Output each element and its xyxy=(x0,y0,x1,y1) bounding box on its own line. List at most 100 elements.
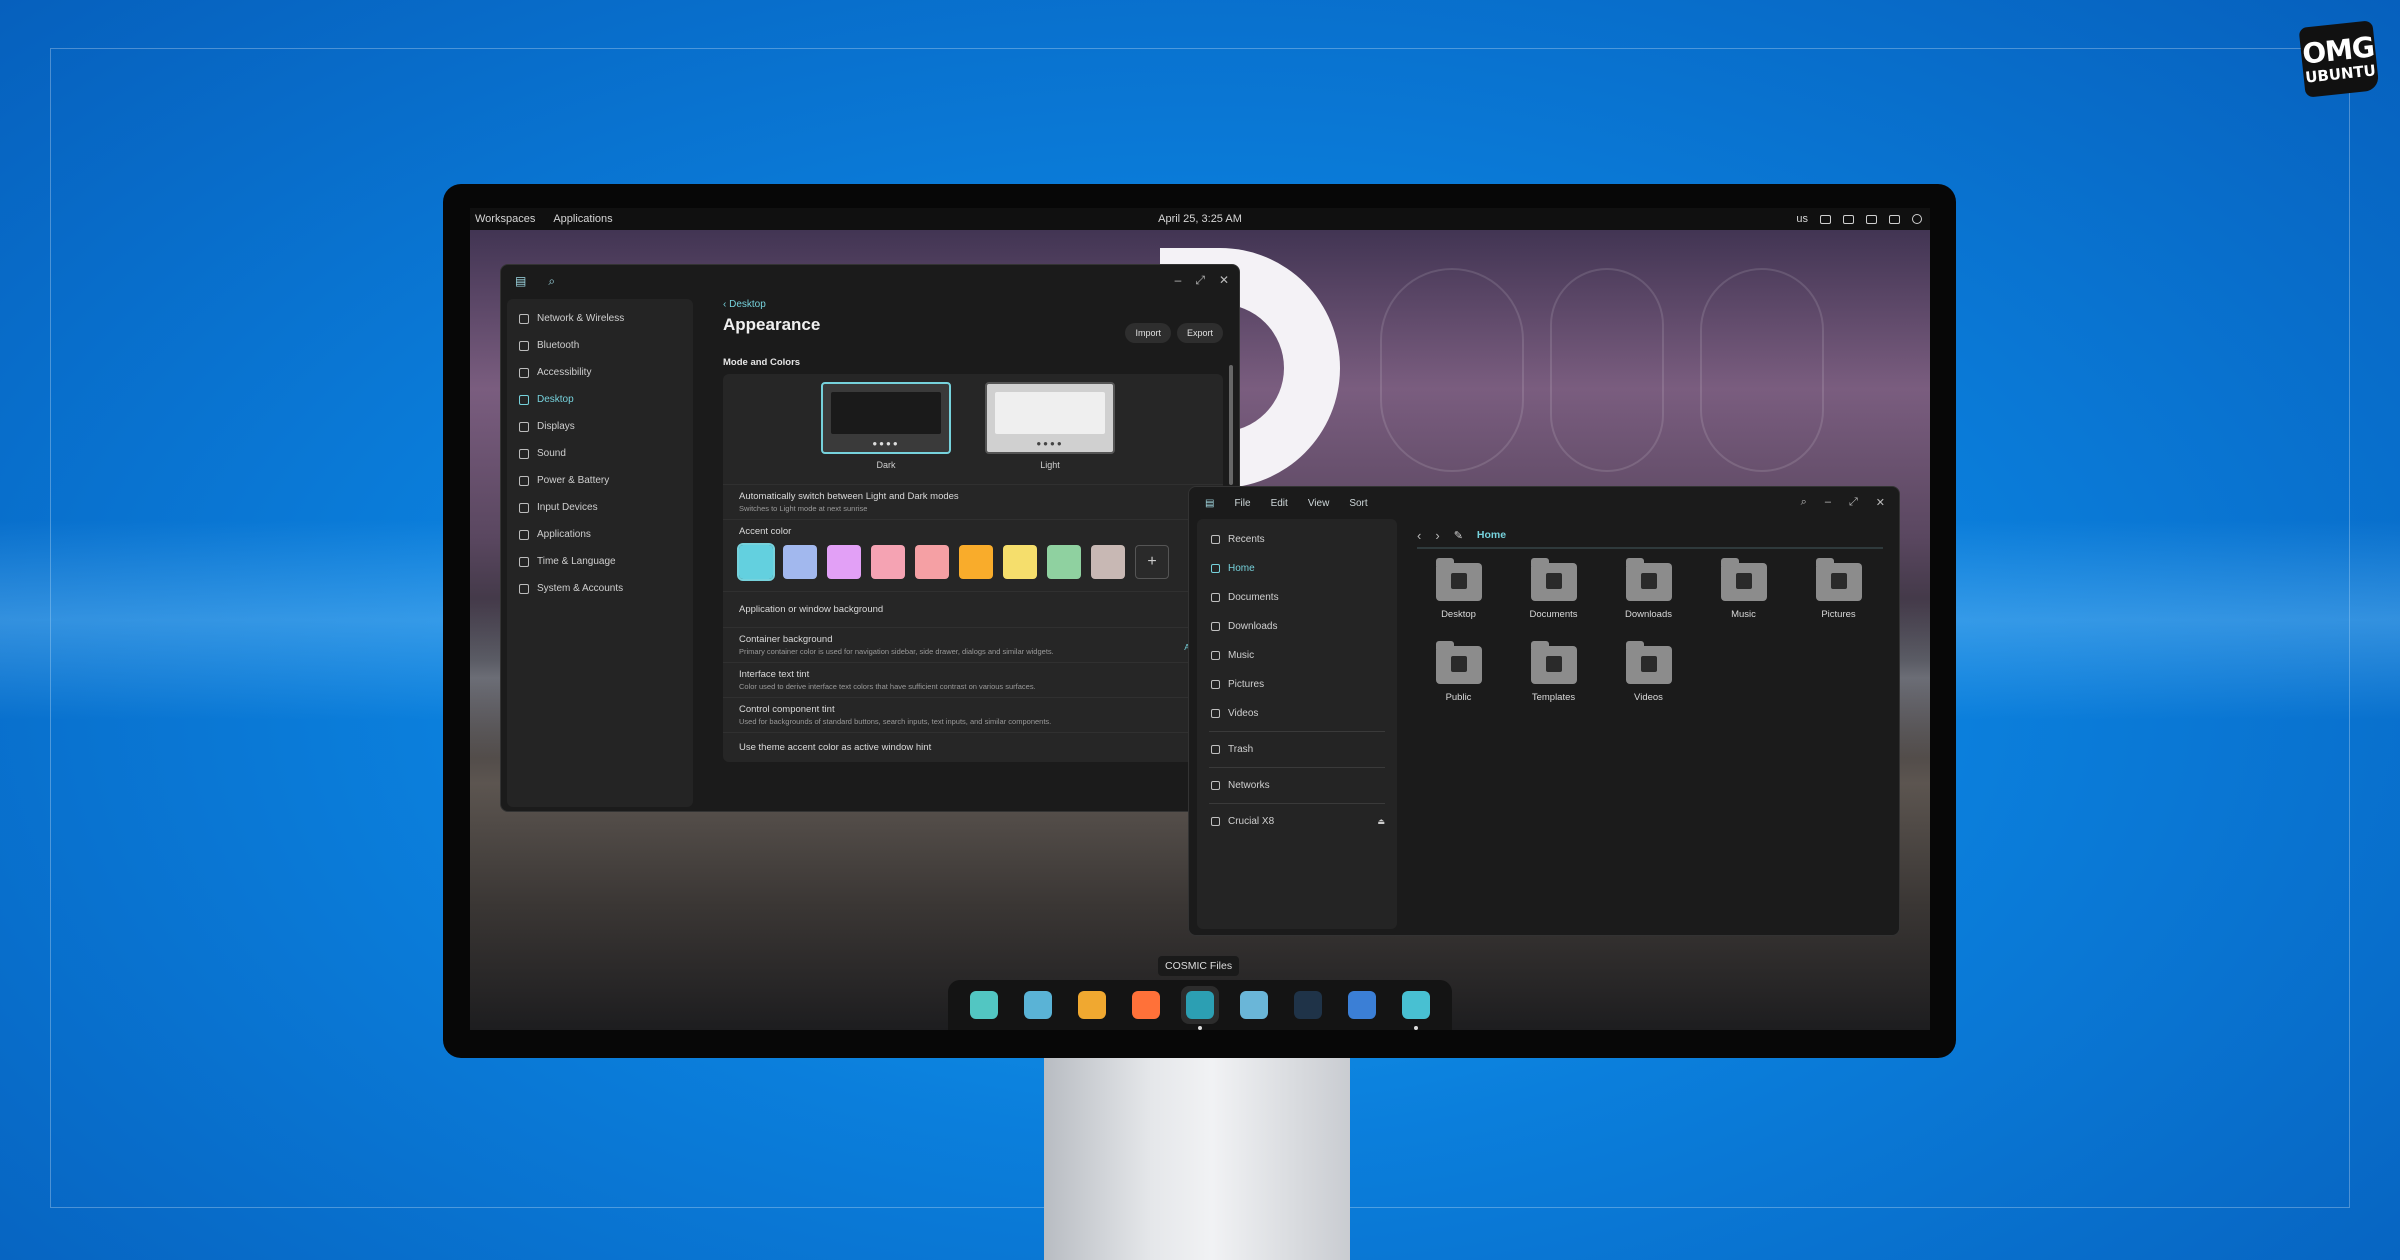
folder-icon xyxy=(1625,558,1672,601)
folder-item[interactable]: Downloads xyxy=(1601,558,1696,620)
accent-swatch[interactable] xyxy=(915,545,949,579)
files-sidebar: Recents Home Documents Downloads Music P… xyxy=(1197,519,1397,929)
menu-edit[interactable]: Edit xyxy=(1271,498,1288,509)
accent-swatch[interactable] xyxy=(959,545,993,579)
dock-files[interactable] xyxy=(1181,986,1219,1030)
minimize-icon[interactable]: – xyxy=(1825,496,1831,509)
wallpaper-glyph xyxy=(1380,268,1524,472)
users-icon xyxy=(519,583,529,594)
sidebar-item-sound[interactable]: Sound xyxy=(507,440,693,467)
settings-scrollbar[interactable] xyxy=(1229,365,1233,485)
maximize-icon[interactable]: ⤢ xyxy=(1849,496,1858,509)
sidebar-item-accessibility[interactable]: Accessibility xyxy=(507,359,693,386)
menu-view[interactable]: View xyxy=(1308,498,1330,509)
folder-item[interactable]: Public xyxy=(1411,641,1506,703)
export-button[interactable]: Export xyxy=(1176,323,1223,343)
add-color-button[interactable]: + xyxy=(1135,545,1169,579)
menu-sort[interactable]: Sort xyxy=(1349,498,1367,509)
folder-item[interactable]: Desktop xyxy=(1411,558,1506,620)
breadcrumb[interactable]: ‹ Desktop xyxy=(723,299,1223,310)
picture-icon xyxy=(1211,680,1220,689)
sidebar-item-music[interactable]: Music xyxy=(1197,641,1397,670)
sidebar-item-network[interactable]: Network & Wireless xyxy=(507,305,693,332)
sidebar-item-desktop[interactable]: Desktop xyxy=(507,386,693,413)
minimize-icon[interactable]: – xyxy=(1175,273,1182,288)
back-icon[interactable]: ‹ xyxy=(1417,528,1421,543)
sidebar-toggle-icon[interactable]: ▤ xyxy=(515,274,526,289)
sidebar-item-system[interactable]: System & Accounts xyxy=(507,575,693,602)
dock-launcher[interactable] xyxy=(965,986,1003,1024)
apps-icon xyxy=(519,529,529,540)
light-mode-option[interactable]: ●●●● Light xyxy=(985,382,1115,470)
folder-item[interactable]: Music xyxy=(1696,558,1791,620)
divider xyxy=(1209,731,1385,732)
accent-swatch[interactable] xyxy=(1003,545,1037,579)
folder-icon xyxy=(1530,641,1577,684)
accent-swatch[interactable] xyxy=(871,545,905,579)
document-icon xyxy=(1211,593,1220,602)
dock-firefox-icon xyxy=(1132,991,1160,1019)
folder-item[interactable]: Documents xyxy=(1506,558,1601,620)
sidebar-item-drive[interactable]: Crucial X8 ⏏ xyxy=(1197,807,1397,836)
dock-terminal-icon xyxy=(1294,991,1322,1019)
sidebar-item-documents[interactable]: Documents xyxy=(1197,583,1397,612)
folder-item[interactable]: Videos xyxy=(1601,641,1696,703)
menu-file[interactable]: File xyxy=(1234,498,1250,509)
keyboard-layout[interactable]: us xyxy=(1796,213,1808,225)
folder-item[interactable]: Pictures xyxy=(1791,558,1886,620)
dock-firefox[interactable] xyxy=(1127,986,1165,1024)
close-icon[interactable]: ✕ xyxy=(1219,273,1229,288)
sidebar-item-displays[interactable]: Displays xyxy=(507,413,693,440)
text-tint-row: Interface text tint Color used to derive… xyxy=(723,662,1223,697)
maximize-icon[interactable]: ⤢ xyxy=(1195,273,1205,288)
sidebar-item-recents[interactable]: Recents xyxy=(1197,525,1397,554)
battery-icon[interactable] xyxy=(1866,214,1877,224)
sidebar-item-bluetooth[interactable]: Bluetooth xyxy=(507,332,693,359)
power-icon[interactable] xyxy=(1912,214,1922,224)
sidebar-item-videos[interactable]: Videos xyxy=(1197,699,1397,728)
applications-button[interactable]: Applications xyxy=(553,213,612,225)
forward-icon[interactable]: › xyxy=(1435,528,1439,543)
clock[interactable]: April 25, 3:25 AM xyxy=(1158,213,1242,225)
current-location[interactable]: Home xyxy=(1477,529,1506,541)
sidebar-item-pictures[interactable]: Pictures xyxy=(1197,670,1397,699)
sidebar-item-time[interactable]: Time & Language xyxy=(507,548,693,575)
sidebar-item-applications[interactable]: Applications xyxy=(507,521,693,548)
accent-swatch[interactable] xyxy=(783,545,817,579)
accent-swatch[interactable] xyxy=(1047,545,1081,579)
sidebar-item-networks[interactable]: Networks xyxy=(1197,771,1397,800)
folder-grid: Desktop Documents Downloads Music Pictur… xyxy=(1411,558,1886,703)
dock-store[interactable] xyxy=(1343,986,1381,1024)
workspaces-button[interactable]: Workspaces xyxy=(475,213,535,225)
import-button[interactable]: Import xyxy=(1125,323,1171,343)
close-icon[interactable]: ✕ xyxy=(1876,496,1885,509)
sidebar-toggle-icon[interactable]: ▤ xyxy=(1205,498,1214,509)
accent-swatch[interactable] xyxy=(737,543,775,581)
search-icon[interactable]: ⌕ xyxy=(548,274,555,289)
folder-item[interactable]: Templates xyxy=(1506,641,1601,703)
eject-icon[interactable]: ⏏ xyxy=(1377,817,1385,826)
dock-workspaces[interactable] xyxy=(1019,986,1057,1024)
sidebar-item-trash[interactable]: Trash xyxy=(1197,735,1397,764)
accent-swatch[interactable] xyxy=(827,545,861,579)
edit-location-icon[interactable]: ✎ xyxy=(1454,529,1463,542)
search-icon[interactable]: ⌕ xyxy=(1801,496,1807,509)
dock-terminal[interactable] xyxy=(1289,986,1327,1024)
volume-icon[interactable] xyxy=(1843,214,1854,224)
app-background-row: Application or window background xyxy=(723,591,1223,627)
sidebar-item-power[interactable]: Power & Battery xyxy=(507,467,693,494)
clock-icon xyxy=(1211,535,1220,544)
dock-app-grid[interactable] xyxy=(1073,986,1111,1024)
sidebar-item-input[interactable]: Input Devices xyxy=(507,494,693,521)
auto-switch-row: Automatically switch between Light and D… xyxy=(723,484,1223,519)
dark-mode-option[interactable]: ●●●● Dark xyxy=(821,382,951,470)
dock-text-editor[interactable] xyxy=(1235,986,1273,1024)
desktop-icon xyxy=(519,394,529,405)
network-icon[interactable] xyxy=(1820,214,1831,224)
sidebar-item-downloads[interactable]: Downloads xyxy=(1197,612,1397,641)
dock-settings[interactable] xyxy=(1397,986,1435,1030)
sidebar-item-home[interactable]: Home xyxy=(1197,554,1397,583)
notifications-icon[interactable] xyxy=(1889,214,1900,224)
download-icon xyxy=(1211,622,1220,631)
accent-swatch[interactable] xyxy=(1091,545,1125,579)
